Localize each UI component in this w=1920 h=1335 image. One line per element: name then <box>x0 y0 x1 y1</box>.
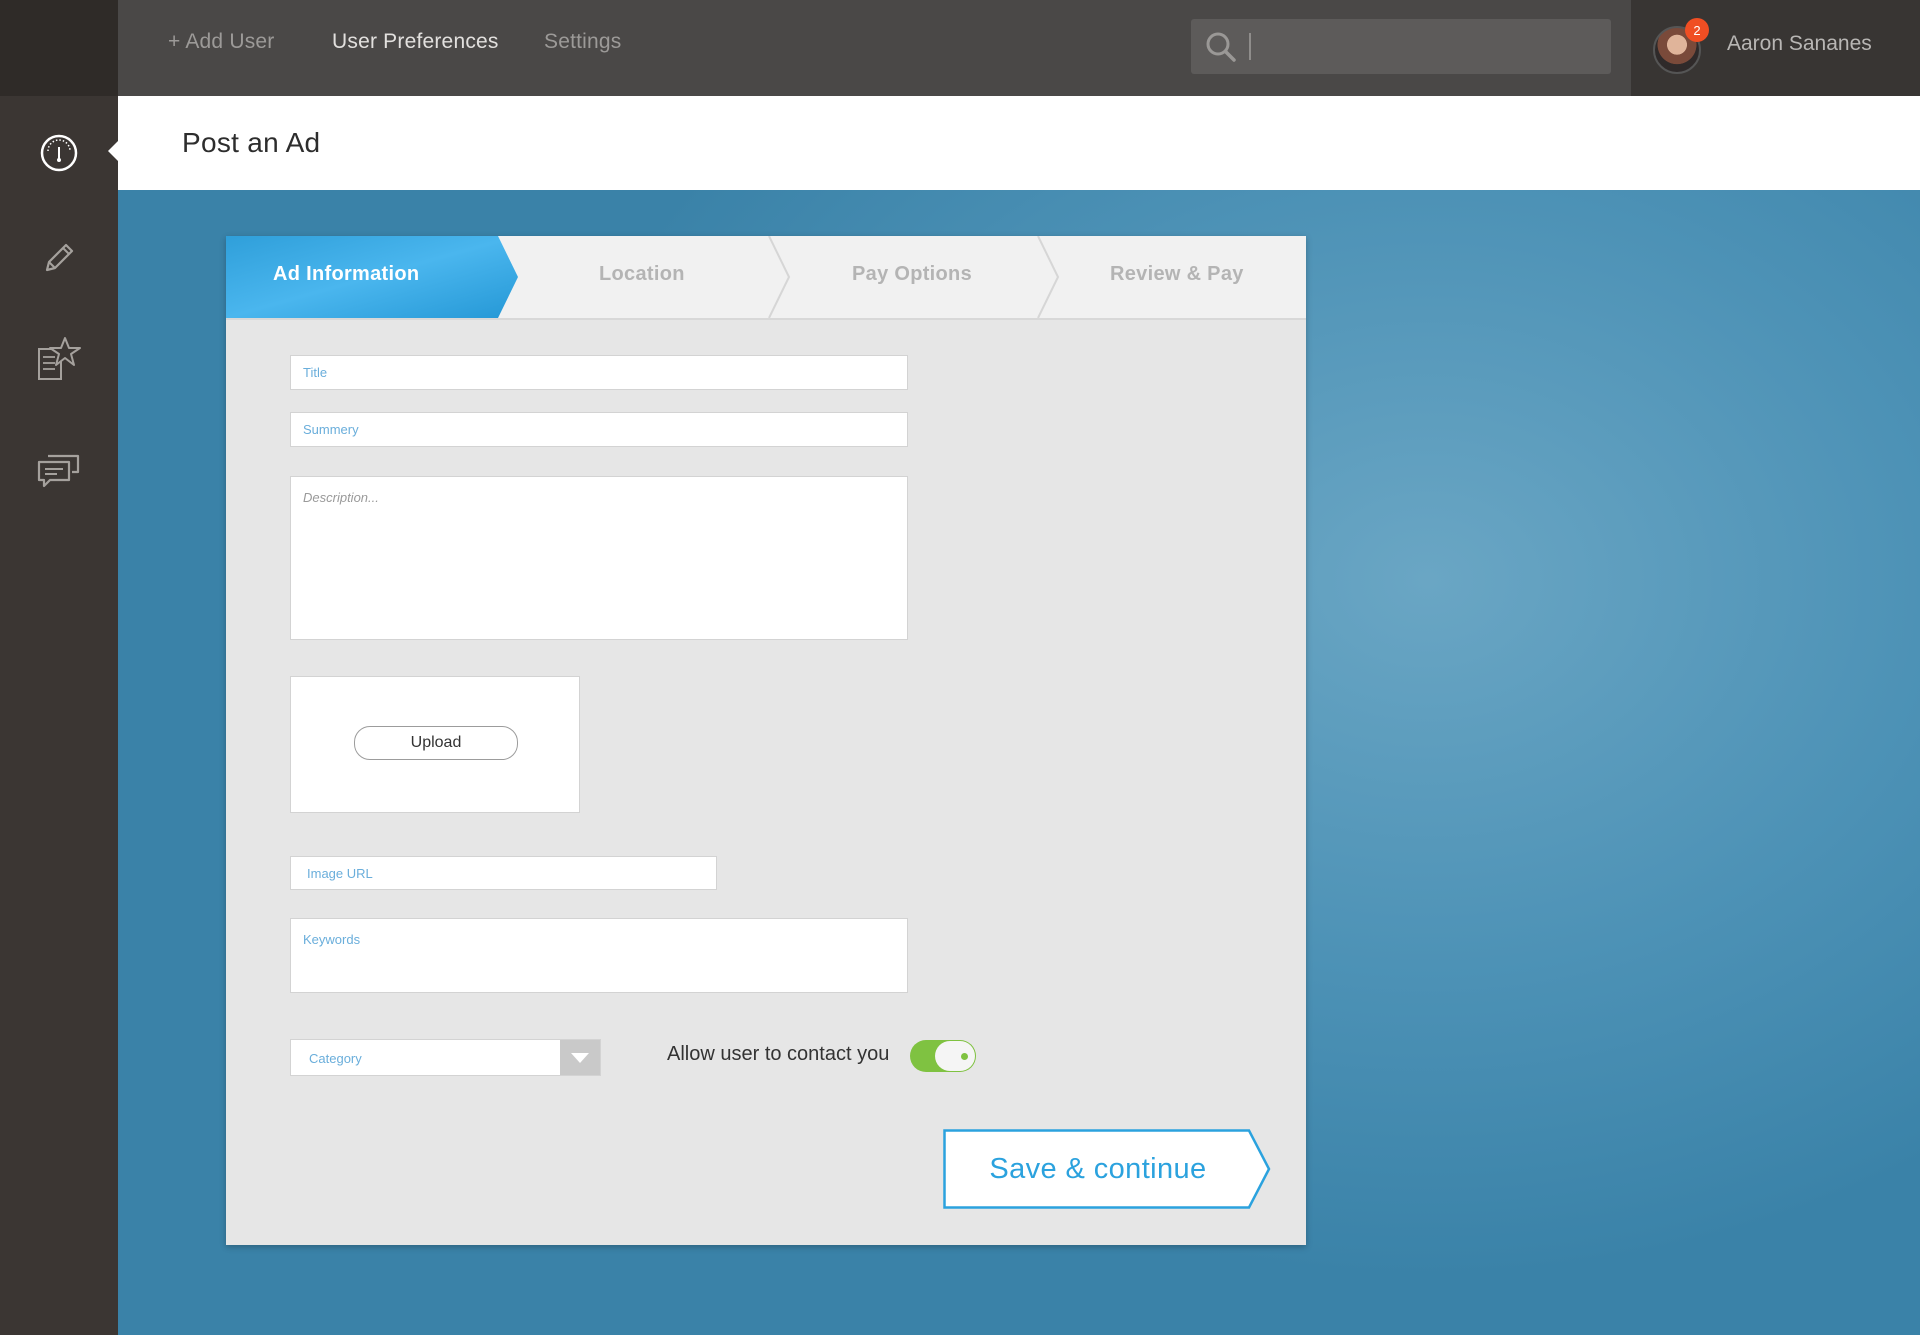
title-field[interactable]: Title <box>290 355 908 390</box>
sidebar-item-dashboard[interactable] <box>34 128 84 178</box>
main-content: Ad Information Location Pay Options Revi… <box>118 190 1920 1335</box>
category-placeholder: Category <box>309 1051 362 1066</box>
wizard-steps: Ad Information Location Pay Options Revi… <box>226 236 1306 320</box>
user-menu[interactable]: 2 Aaron Sananes <box>1631 0 1920 96</box>
image-url-field[interactable]: Image URL <box>290 856 717 890</box>
sidebar-item-edit[interactable] <box>34 233 84 283</box>
image-url-placeholder: Image URL <box>307 866 373 881</box>
search-caret <box>1249 33 1251 60</box>
tab-location[interactable]: Location <box>599 263 685 286</box>
title-placeholder: Title <box>303 365 328 380</box>
favorites-document-icon <box>38 337 81 380</box>
category-select[interactable]: Category <box>290 1039 601 1076</box>
save-continue-label: Save & continue <box>989 1152 1207 1185</box>
save-continue-button[interactable]: Save & continue <box>943 1129 1273 1209</box>
search-box <box>1191 19 1611 76</box>
nav-add-user[interactable]: + Add User <box>168 30 274 54</box>
toggle-indicator <box>961 1053 968 1060</box>
page-title: Post an Ad <box>182 127 321 158</box>
image-upload-area: Upload <box>290 676 580 813</box>
notification-badge[interactable]: 2 <box>1685 18 1709 42</box>
contact-toggle-label: Allow user to contact you <box>667 1043 890 1065</box>
tab-ad-information[interactable]: Ad Information <box>273 263 419 286</box>
post-ad-card: Ad Information Location Pay Options Revi… <box>226 236 1306 1245</box>
toggle-knob <box>935 1041 975 1071</box>
sidebar <box>0 0 119 1335</box>
description-placeholder: Description... <box>303 490 379 505</box>
sidebar-item-messages[interactable] <box>34 445 84 495</box>
top-bar: + Add User User Preferences Settings 2 A… <box>118 0 1920 96</box>
sidebar-item-favorites[interactable] <box>34 335 84 385</box>
chat-icon <box>37 454 80 488</box>
search-input[interactable] <box>1257 19 1601 76</box>
tab-review-pay[interactable]: Review & Pay <box>1110 263 1244 286</box>
page-header: Post an Ad <box>118 96 1920 190</box>
user-name[interactable]: Aaron Sananes <box>1727 32 1872 56</box>
contact-toggle[interactable] <box>910 1040 976 1072</box>
chevron-down-icon <box>571 1052 589 1063</box>
category-dropdown-button[interactable] <box>560 1040 600 1075</box>
keywords-field[interactable]: Keywords <box>290 918 908 993</box>
sidebar-logo-area <box>0 0 118 96</box>
pencil-icon <box>45 243 74 272</box>
upload-button[interactable]: Upload <box>354 726 518 760</box>
search-icon <box>1206 32 1236 62</box>
keywords-placeholder: Keywords <box>303 932 361 947</box>
description-field[interactable]: Description... <box>290 476 908 640</box>
tab-pay-options[interactable]: Pay Options <box>852 263 972 286</box>
gauge-icon <box>40 134 78 172</box>
summary-field[interactable]: Summery <box>290 412 908 447</box>
nav-settings[interactable]: Settings <box>544 30 621 54</box>
summary-placeholder: Summery <box>303 422 359 437</box>
nav-user-preferences[interactable]: User Preferences <box>332 30 499 54</box>
